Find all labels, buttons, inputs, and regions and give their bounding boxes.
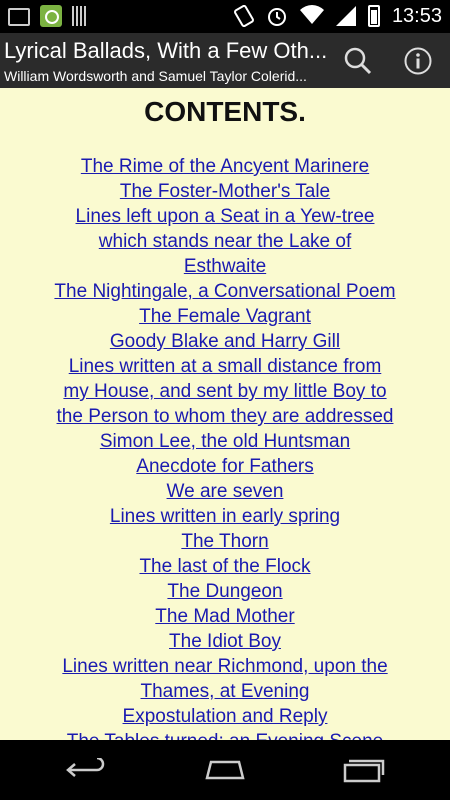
alarm-icon <box>266 5 288 27</box>
toc-item: Thames, at Evening <box>0 679 450 704</box>
toc-item: We are seven <box>0 479 450 504</box>
toc-item: Lines written near Richmond, upon the <box>0 654 450 679</box>
toc-item: The Rime of the Ancyent Marinere <box>0 154 450 179</box>
toc-link[interactable]: Thames, at Evening <box>141 681 310 702</box>
navigation-bar <box>0 740 450 800</box>
toc-link[interactable]: Lines left upon a Seat in a Yew-tree <box>76 206 375 227</box>
toc-link[interactable]: The last of the Flock <box>139 556 310 577</box>
toc-item: Goody Blake and Harry Gill <box>0 329 450 354</box>
toc-link[interactable]: Simon Lee, the old Huntsman <box>100 431 350 452</box>
status-bar: 13:53 <box>0 0 450 33</box>
toc-link[interactable]: The Rime of the Ancyent Marinere <box>81 156 369 177</box>
toc-link[interactable]: Lines written in early spring <box>110 506 340 527</box>
table-of-contents: The Rime of the Ancyent Marinere The Fost… <box>0 154 450 740</box>
rotate-icon <box>233 4 254 28</box>
search-button[interactable] <box>338 41 378 81</box>
book-authors: William Wordsworth and Samuel Taylor Col… <box>4 68 307 84</box>
toc-link[interactable]: The Foster-Mother's Tale <box>120 181 330 202</box>
toc-link[interactable]: The Tables turned; an Evening Scene <box>67 731 384 740</box>
toc-item: Lines written at a small distance from <box>0 354 450 379</box>
toc-item: Anecdote for Fathers <box>0 454 450 479</box>
toc-link[interactable]: Expostulation and Reply <box>123 706 328 727</box>
toc-link[interactable]: the Person to whom they are addressed <box>57 406 394 427</box>
toc-link[interactable]: The Idiot Boy <box>169 631 281 652</box>
app-notification-icon <box>40 5 62 27</box>
toc-link[interactable]: The Nightingale, a Conversational Poem <box>54 281 395 302</box>
toc-item: the Person to whom they are addressed <box>0 404 450 429</box>
toc-item: Expostulation and Reply <box>0 704 450 729</box>
info-icon <box>404 47 432 75</box>
toc-item: The Nightingale, a Conversational Poem <box>0 279 450 304</box>
toc-link[interactable]: Goody Blake and Harry Gill <box>110 331 340 352</box>
toc-item: The Foster-Mother's Tale <box>0 179 450 204</box>
status-time: 13:53 <box>391 5 442 27</box>
toc-link[interactable]: my House, and sent by my little Boy to <box>63 381 386 402</box>
toc-item: Lines left upon a Seat in a Yew-tree <box>0 204 450 229</box>
wifi-icon <box>299 5 324 27</box>
toc-item: which stands near the Lake of <box>0 229 450 254</box>
toc-link[interactable]: The Dungeon <box>167 581 282 602</box>
toc-link[interactable]: The Mad Mother <box>155 606 294 627</box>
toc-item: The Thorn <box>0 529 450 554</box>
barcode-icon <box>72 6 88 26</box>
book-content: CONTENTS. The Rime of the Ancyent Marine… <box>0 88 450 740</box>
info-button[interactable] <box>398 41 438 81</box>
home-button[interactable] <box>195 752 255 788</box>
toc-item: The Dungeon <box>0 579 450 604</box>
toc-item: The Tables turned; an Evening Scene <box>0 729 450 740</box>
toc-link[interactable]: The Female Vagrant <box>139 306 311 327</box>
sd-card-icon <box>8 8 30 26</box>
toc-item: The Female Vagrant <box>0 304 450 329</box>
recent-apps-button[interactable] <box>333 752 393 788</box>
toc-link[interactable]: which stands near the Lake of <box>99 231 351 252</box>
book-title: Lyrical Ballads, With a Few Oth... <box>4 38 328 63</box>
toc-item: Esthwaite <box>0 254 450 279</box>
battery-icon <box>367 5 380 27</box>
back-button[interactable] <box>57 752 117 788</box>
toc-link[interactable]: Lines written at a small distance from <box>69 356 382 377</box>
toc-item: The last of the Flock <box>0 554 450 579</box>
toc-item: Lines written in early spring <box>0 504 450 529</box>
app-bar: Lyrical Ballads, With a Few Oth... Willi… <box>0 33 450 88</box>
toc-item: The Idiot Boy <box>0 629 450 654</box>
toc-link[interactable]: Lines written near Richmond, upon the <box>62 656 387 677</box>
toc-link[interactable]: Esthwaite <box>184 256 266 277</box>
toc-item: my House, and sent by my little Boy to <box>0 379 450 404</box>
toc-item: Simon Lee, the old Huntsman <box>0 429 450 454</box>
toc-link[interactable]: We are seven <box>167 481 284 502</box>
toc-link[interactable]: The Thorn <box>181 531 268 552</box>
signal-icon <box>335 6 356 26</box>
toc-item: The Mad Mother <box>0 604 450 629</box>
recent-apps-icon <box>343 759 385 783</box>
back-icon <box>66 758 105 777</box>
toc-link[interactable]: Anecdote for Fathers <box>136 456 313 477</box>
home-icon <box>205 760 245 780</box>
search-icon <box>344 47 372 75</box>
contents-heading: CONTENTS. <box>144 96 306 127</box>
